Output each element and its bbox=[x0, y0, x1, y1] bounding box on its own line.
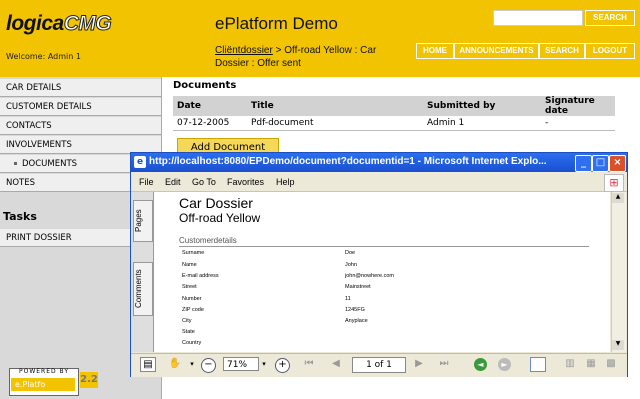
zoom-dropdown-icon[interactable]: ▾ bbox=[260, 356, 268, 372]
cell-title[interactable]: Pdf-document bbox=[247, 116, 423, 131]
last-page-icon[interactable]: ⏭ bbox=[438, 356, 450, 372]
pdf-title: Car Dossier bbox=[179, 195, 253, 211]
field-value-zip: 1245FG bbox=[345, 307, 365, 313]
field-value-street: Mainstreet bbox=[345, 284, 371, 290]
powered-by-label: POWERED BY bbox=[18, 368, 69, 375]
search-button[interactable]: SEARCH bbox=[585, 10, 635, 26]
column-header-date: Date bbox=[173, 96, 247, 116]
breadcrumb-link-clientdossier[interactable]: Cliëntdossier bbox=[215, 45, 273, 56]
field-value-city: Anyplace bbox=[345, 318, 368, 324]
close-icon[interactable]: × bbox=[609, 155, 626, 172]
app-title: ePlatform Demo bbox=[215, 14, 338, 33]
minimize-icon[interactable]: _ bbox=[575, 155, 592, 172]
field-value-surname: Doe bbox=[345, 250, 356, 256]
welcome-text: Welcome: Admin 1 bbox=[6, 52, 81, 61]
field-label-email: E-mail address bbox=[182, 273, 219, 279]
breadcrumb: Cliëntdossier > Off-road Yellow : Car Do… bbox=[215, 44, 390, 70]
hand-tool-dropdown-icon[interactable]: ▾ bbox=[188, 356, 196, 372]
pdf-scrollbar[interactable] bbox=[611, 192, 626, 352]
field-label-street: Street bbox=[182, 284, 197, 290]
pdf-section-heading: Customerdetails bbox=[179, 236, 237, 245]
table-row[interactable]: 07-12-2005 Pdf-document Admin 1 - bbox=[173, 116, 615, 131]
nav-announcements-button[interactable]: ANNOUNCEMENTS bbox=[454, 43, 539, 59]
cell-signature-date: - bbox=[541, 116, 615, 131]
documents-heading: Documents bbox=[173, 80, 237, 91]
sidebar-item-documents-label: DOCUMENTS bbox=[22, 159, 78, 169]
search-input[interactable] bbox=[493, 10, 583, 26]
sidebar-item-customer-details[interactable]: CUSTOMER DETAILS bbox=[0, 98, 161, 116]
field-label-country: Country bbox=[182, 340, 202, 346]
field-value-name: John bbox=[345, 262, 357, 268]
page-number-field[interactable]: 1 of 1 bbox=[352, 357, 406, 373]
scroll-up-icon[interactable]: ▲ bbox=[612, 193, 624, 203]
zoom-in-icon[interactable]: + bbox=[275, 358, 290, 373]
scroll-down-icon[interactable]: ▼ bbox=[612, 340, 624, 350]
maximize-icon[interactable]: □ bbox=[592, 155, 609, 172]
table-header-row: Date Title Submitted by Signature date bbox=[173, 96, 615, 116]
powered-by-brand: e.Platfo bbox=[11, 378, 75, 391]
pages-tab[interactable]: Pages bbox=[133, 200, 153, 242]
facing-pages-icon[interactable]: ▦ bbox=[584, 356, 598, 372]
field-label-number: Number bbox=[182, 296, 202, 302]
menu-edit[interactable]: Edit bbox=[165, 177, 181, 187]
menu-file[interactable]: File bbox=[139, 177, 154, 187]
logo-main-text: logica bbox=[6, 12, 64, 35]
cell-submitted-by: Admin 1 bbox=[423, 116, 541, 131]
go-forward-icon[interactable]: ► bbox=[498, 358, 511, 371]
column-header-title: Title bbox=[247, 96, 423, 116]
menu-help[interactable]: Help bbox=[276, 177, 295, 187]
go-back-icon[interactable]: ◄ bbox=[474, 358, 487, 371]
column-header-signature-date: Signature date bbox=[541, 96, 615, 116]
documents-table: Date Title Submitted by Signature date 0… bbox=[173, 96, 615, 131]
ie-window-title: http://localhost:8080/EPDemo/document?do… bbox=[149, 156, 547, 167]
sidebar-item-car-details[interactable]: CAR DETAILS bbox=[0, 79, 161, 97]
cell-date: 07-12-2005 bbox=[173, 116, 247, 131]
pdf-divider bbox=[179, 246, 589, 247]
nav-home-button[interactable]: HOME bbox=[416, 43, 454, 59]
continuous-facing-icon[interactable]: ▩ bbox=[604, 356, 618, 372]
page-layout-icon[interactable]: ▤ bbox=[140, 357, 156, 372]
previous-page-icon[interactable]: ◀ bbox=[330, 356, 342, 372]
menu-go-to[interactable]: Go To bbox=[192, 177, 216, 187]
powered-by-version: 2.2 bbox=[80, 372, 98, 388]
tasks-heading: Tasks bbox=[3, 210, 37, 223]
hand-tool-icon[interactable]: ✋ bbox=[164, 356, 186, 372]
sidebar-item-contacts[interactable]: CONTACTS bbox=[0, 117, 161, 135]
next-page-icon[interactable]: ▶ bbox=[413, 356, 425, 372]
field-label-surname: Surname bbox=[182, 250, 205, 256]
field-label-city: City bbox=[182, 318, 192, 324]
field-value-email: john@nowhere.com bbox=[345, 273, 394, 279]
zoom-level-field[interactable]: 71% bbox=[223, 357, 259, 371]
pdf-subtitle: Off-road Yellow bbox=[179, 211, 261, 225]
field-label-zip: ZIP code bbox=[182, 307, 204, 313]
continuous-page-icon[interactable]: ▥ bbox=[563, 356, 577, 372]
field-value-number: 11 bbox=[345, 296, 351, 302]
nav-logout-button[interactable]: LOGOUT bbox=[585, 43, 635, 59]
field-label-state: State bbox=[182, 329, 195, 335]
logica-cmg-logo: logicaCMG bbox=[6, 12, 112, 36]
windows-flag-icon: ⊞ bbox=[604, 174, 624, 192]
field-label-name: Name bbox=[182, 262, 197, 268]
single-page-icon[interactable] bbox=[530, 357, 546, 372]
zoom-out-icon[interactable]: − bbox=[201, 358, 216, 373]
comments-tab[interactable]: Comments bbox=[133, 262, 153, 316]
ie-page-icon: e bbox=[134, 156, 146, 168]
menu-favorites[interactable]: Favorites bbox=[227, 177, 264, 187]
nav-search-button[interactable]: SEARCH bbox=[539, 43, 585, 59]
column-header-submitted-by: Submitted by bbox=[423, 96, 541, 116]
logo-accent-text: CMG bbox=[63, 12, 112, 36]
first-page-icon[interactable]: ⏮ bbox=[303, 356, 315, 372]
